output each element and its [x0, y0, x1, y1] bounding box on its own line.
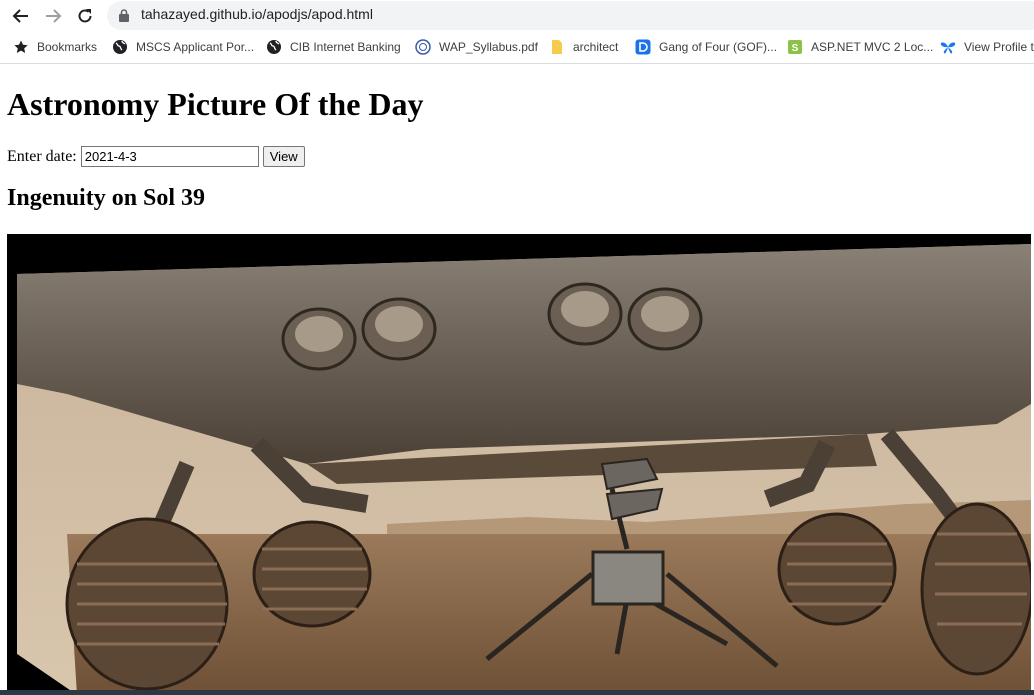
star-icon — [14, 40, 28, 53]
bookmark-label: ASP.NET MVC 2 Loc... — [811, 40, 934, 54]
bookmark-gang-of-four[interactable]: Gang of Four (GOF)... — [635, 39, 777, 55]
taskbar-strip — [0, 690, 1034, 695]
bookmark-label: Gang of Four (GOF)... — [659, 40, 778, 54]
apod-title: Ingenuity on Sol 39 — [7, 185, 206, 211]
bookmark-label: CIB Internet Banking — [290, 40, 401, 54]
reload-button[interactable] — [73, 4, 97, 28]
reload-icon — [78, 9, 92, 23]
lock-icon — [119, 9, 129, 22]
bookmark-label: MSCS Applicant Por... — [136, 40, 255, 54]
seal-icon — [415, 39, 431, 55]
s-logo-icon: S — [788, 40, 802, 54]
url-text: tahazayed.github.io/apodjs/apod.html — [141, 6, 373, 22]
date-input[interactable] — [80, 146, 259, 167]
view-button[interactable]: View — [262, 146, 305, 167]
bookmark-view-profile[interactable]: View Profile t — [940, 39, 1034, 55]
address-bar[interactable]: tahazayed.github.io/apodjs/apod.html — [107, 1, 1034, 30]
forward-arrow-icon — [46, 9, 62, 23]
date-label: Enter date: — [7, 147, 77, 165]
browser-toolbar: tahazayed.github.io/apodjs/apod.html — [0, 0, 1034, 32]
folder-icon — [552, 40, 562, 54]
bookmark-bookmarks[interactable]: Bookmarks — [13, 39, 97, 55]
date-form: Enter date: View — [7, 146, 305, 167]
bookmark-label: View Profile t — [964, 40, 1034, 54]
back-arrow-icon — [12, 9, 28, 23]
butterfly-icon — [940, 42, 956, 54]
globe-icon — [113, 40, 127, 54]
globe-icon — [267, 40, 281, 54]
apod-image — [7, 234, 1031, 695]
forward-button[interactable] — [41, 4, 65, 28]
d-logo-icon — [635, 39, 651, 55]
bookmark-label: WAP_Syllabus.pdf — [439, 40, 538, 54]
bookmarks-bar: Bookmarks MSCS Applicant Por... CIB Inte… — [0, 32, 1034, 64]
svg-text:S: S — [792, 43, 799, 54]
rover-helicopter-photo — [7, 234, 1031, 695]
bookmark-label: Bookmarks — [37, 40, 98, 54]
bookmark-cib[interactable]: CIB Internet Banking — [266, 39, 401, 55]
page-title: Astronomy Picture Of the Day — [7, 86, 424, 122]
back-button[interactable] — [9, 4, 33, 28]
bookmark-mscs[interactable]: MSCS Applicant Por... — [112, 39, 254, 55]
bookmark-architect[interactable]: architect — [549, 39, 618, 55]
bookmark-aspnet[interactable]: S ASP.NET MVC 2 Loc... — [787, 39, 933, 55]
bookmark-wap-syllabus[interactable]: WAP_Syllabus.pdf — [415, 39, 538, 55]
bookmark-label: architect — [573, 40, 619, 54]
